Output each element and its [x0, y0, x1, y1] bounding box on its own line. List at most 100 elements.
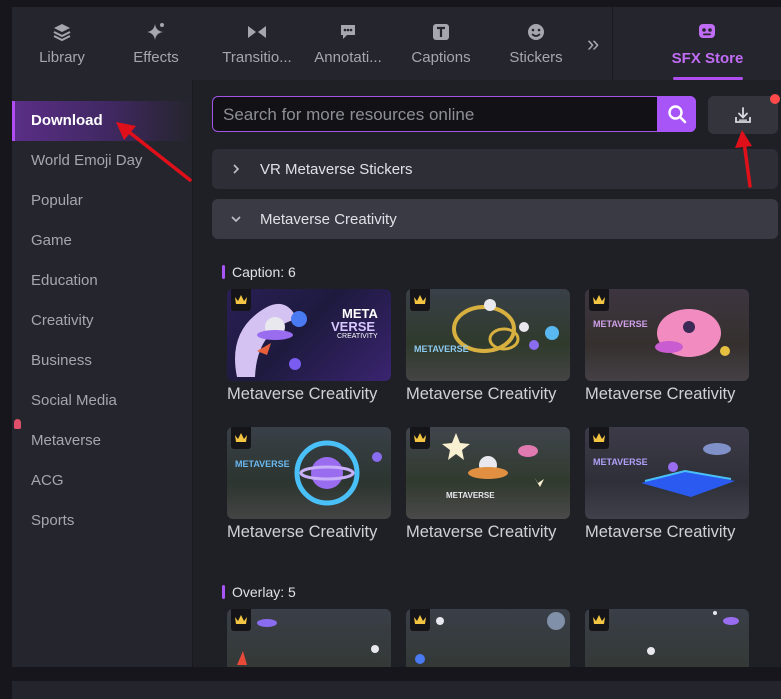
asset-title: Metaverse Creativity [227, 523, 378, 541]
section-metaverse-creativity[interactable]: Metaverse Creativity [212, 199, 778, 239]
search-button[interactable] [657, 95, 696, 132]
tab-effects[interactable]: Effects [112, 7, 200, 80]
premium-crown-icon [231, 427, 251, 449]
asset-title: Metaverse Creativity [406, 523, 557, 541]
thumb-title-metaverse: METAVERSE [235, 459, 290, 469]
premium-crown-icon [410, 289, 430, 311]
asset-card[interactable]: METAVERSE Metaverse Creativity [227, 427, 391, 542]
tab-label: Captions [411, 49, 471, 66]
section-vr-metaverse-stickers[interactable]: VR Metaverse Stickers [212, 149, 778, 189]
sidebar-item-acg[interactable]: ACG [12, 461, 192, 501]
premium-crown-icon [231, 289, 251, 311]
tab-label: Transitio... [222, 49, 292, 66]
top-tab-bar: Library Effects Transitio... Annotati...… [12, 7, 781, 80]
sfx-store-panel: Library Effects Transitio... Annotati...… [12, 7, 781, 667]
premium-crown-icon [410, 609, 430, 631]
sidebar-item-business[interactable]: Business [12, 341, 192, 381]
chevron-down-icon [212, 214, 260, 224]
asset-card[interactable] [406, 609, 570, 667]
asset-thumbnail: METAVERSE [585, 289, 749, 381]
premium-crown-icon [589, 427, 609, 449]
tab-label: Library [39, 49, 85, 66]
asset-thumbnail: METAVERSE [585, 427, 749, 519]
tab-annotations[interactable]: Annotati... [304, 7, 392, 80]
layers-icon [51, 22, 73, 42]
bottom-panel-edge [12, 681, 781, 699]
thumb-title-metaverse: METAVERSE [593, 319, 648, 329]
sticker-icon [525, 22, 547, 42]
asset-thumbnail: META VERSE CREATIVITY [227, 289, 391, 381]
tab-transitions[interactable]: Transitio... [208, 7, 306, 80]
premium-crown-icon [231, 609, 251, 631]
metaverse-illustration [442, 433, 544, 487]
tab-sfx-store[interactable]: SFX Store [612, 7, 781, 80]
thumb-title-creativity: CREATIVITY [337, 333, 378, 340]
annotation-arrow [116, 122, 192, 182]
overlay-illustration [237, 619, 379, 665]
search-box [212, 95, 696, 132]
more-tabs-button[interactable]: » [587, 31, 599, 57]
asset-title: Metaverse Creativity [406, 385, 557, 403]
sidebar-item-game[interactable]: Game [12, 221, 192, 261]
tab-label: Stickers [509, 49, 563, 66]
search-icon [667, 104, 686, 123]
overlay-illustration [415, 612, 565, 664]
sidebar-item-creativity[interactable]: Creativity [12, 301, 192, 341]
annotation-icon [337, 22, 359, 42]
premium-crown-icon [589, 609, 609, 631]
metaverse-illustration [641, 443, 735, 497]
premium-crown-icon [410, 427, 430, 449]
chevron-right-icon [212, 163, 260, 175]
overlay-illustration [647, 611, 739, 655]
sidebar-item-sports[interactable]: Sports [12, 501, 192, 541]
asset-card[interactable]: METAVERSE Metaverse Creativity [585, 289, 749, 404]
asset-title: Metaverse Creativity [227, 385, 378, 403]
thumb-title-verse: VERSE [331, 319, 376, 334]
captions-icon [430, 22, 452, 42]
annotation-arrow [735, 130, 752, 188]
category-caption-heading: Caption: 6 [222, 264, 296, 280]
asset-title: Metaverse Creativity [585, 385, 736, 403]
asset-card[interactable] [227, 609, 391, 667]
notification-dot [770, 94, 780, 104]
premium-crown-icon [589, 289, 609, 311]
metaverse-illustration [655, 309, 730, 357]
asset-card[interactable]: METAVERSE Metaverse Creativity [406, 427, 570, 542]
asset-thumbnail [585, 609, 749, 667]
asset-card[interactable]: META VERSE CREATIVITY Metaverse Creativi… [227, 289, 391, 404]
tab-library[interactable]: Library [12, 7, 112, 80]
asset-thumbnail: METAVERSE [406, 289, 570, 381]
download-tray-icon [735, 107, 751, 123]
search-input[interactable] [221, 97, 655, 132]
tab-label: Effects [133, 49, 179, 66]
metaverse-illustration [294, 440, 382, 506]
tab-stickers[interactable]: Stickers [492, 7, 580, 80]
asset-thumbnail: METAVERSE [406, 427, 570, 519]
sparkle-icon [145, 22, 167, 42]
transition-icon [246, 22, 268, 42]
sfx-store-label: SFX Store [671, 50, 744, 67]
thumb-title-metaverse: METAVERSE [446, 491, 495, 500]
section-title: VR Metaverse Stickers [260, 160, 413, 178]
section-title: Metaverse Creativity [260, 210, 397, 228]
cursor-marker [14, 419, 21, 429]
asset-card[interactable]: METAVERSE Metaverse Creativity [406, 289, 570, 404]
asset-card[interactable] [585, 609, 749, 667]
content-area: VR Metaverse Stickers Metaverse Creativi… [193, 80, 781, 667]
asset-title: Metaverse Creativity [585, 523, 736, 541]
category-overlay-heading: Overlay: 5 [222, 584, 296, 600]
thumb-title-metaverse: METAVERSE [414, 344, 469, 354]
sidebar-item-metaverse[interactable]: Metaverse [12, 421, 192, 461]
sidebar-item-education[interactable]: Education [12, 261, 192, 301]
sidebar-item-social-media[interactable]: Social Media [12, 381, 192, 421]
asset-thumbnail [406, 609, 570, 667]
thumb-title-metaverse: METAVERSE [593, 457, 648, 467]
asset-thumbnail [227, 609, 391, 667]
asset-thumbnail: METAVERSE [227, 427, 391, 519]
store-icon [697, 21, 717, 46]
asset-card[interactable]: METAVERSE Metaverse Creativity [585, 427, 749, 542]
sidebar-item-popular[interactable]: Popular [12, 181, 192, 221]
metaverse-illustration [452, 299, 559, 353]
tab-label: Annotati... [314, 49, 382, 66]
tab-captions[interactable]: Captions [397, 7, 485, 80]
